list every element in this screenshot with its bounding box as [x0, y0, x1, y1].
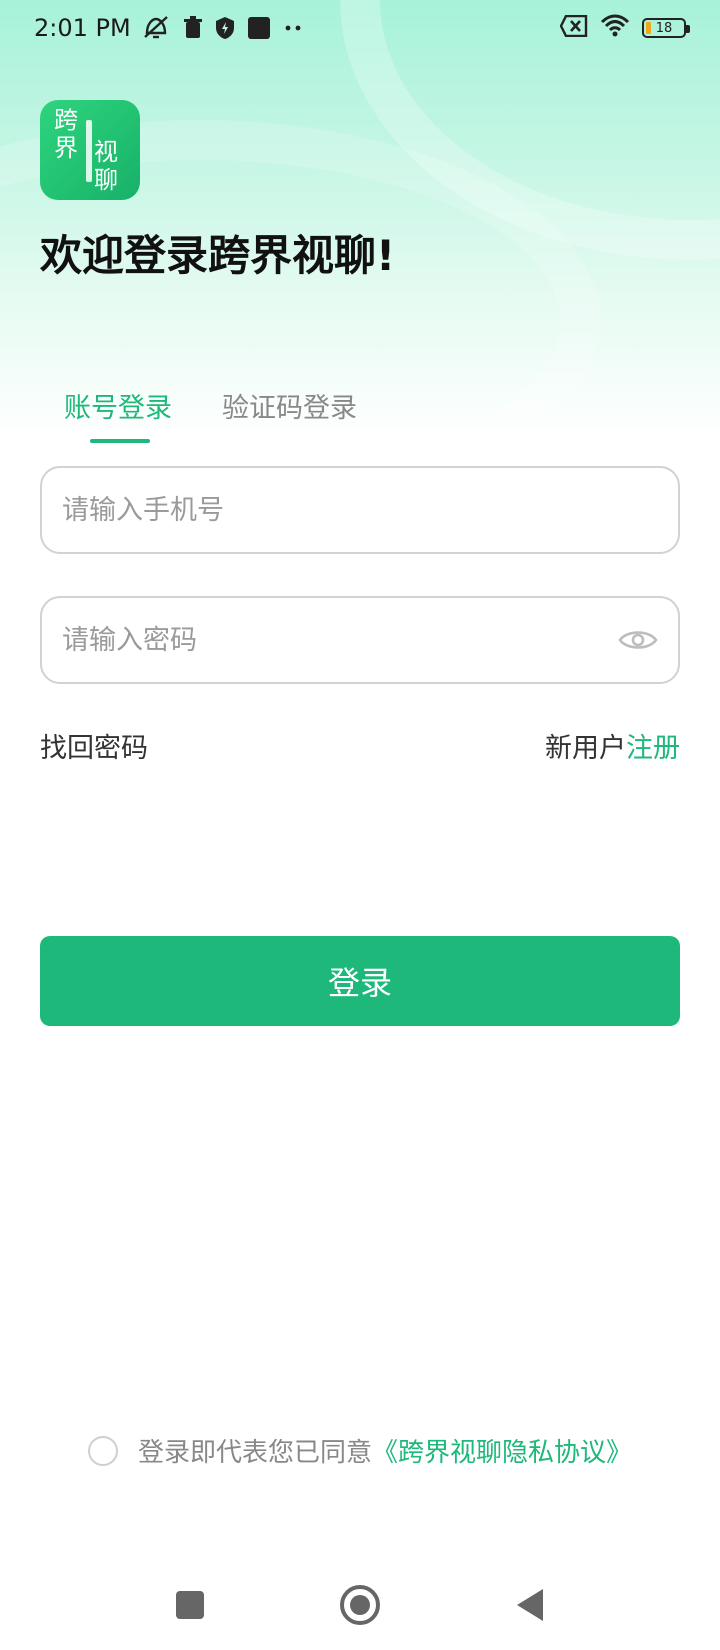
muted-icon	[141, 15, 171, 41]
app-logo: 跨 界 视 聊	[40, 100, 140, 200]
auth-links-row: 找回密码 新用户注册	[40, 726, 680, 765]
phone-input[interactable]	[62, 494, 658, 526]
battery-level: 18	[655, 20, 673, 36]
more-dots-icon	[283, 23, 303, 33]
square-icon	[247, 16, 271, 40]
privacy-policy-link[interactable]: 《跨界视聊隐私协议》	[372, 1432, 632, 1469]
logo-char: 视	[94, 138, 118, 166]
forgot-password-link[interactable]: 找回密码	[40, 726, 148, 765]
tab-account-login[interactable]: 账号登录	[64, 386, 172, 443]
recent-apps-button[interactable]	[165, 1580, 215, 1630]
shield-icon	[215, 16, 235, 40]
agreement-text: 登录即代表您已同意	[138, 1438, 373, 1468]
tab-label: 账号登录	[64, 393, 172, 424]
new-user-group: 新用户注册	[545, 726, 680, 765]
welcome-title: 欢迎登录跨界视聊!	[40, 231, 396, 280]
logo-char: 跨	[54, 106, 78, 134]
wifi-icon	[600, 14, 630, 42]
header-background	[0, 0, 720, 440]
logo-band	[86, 120, 92, 182]
trash-icon	[183, 16, 203, 40]
password-input[interactable]	[62, 624, 618, 656]
status-time: 2:01 PM	[34, 14, 131, 42]
tab-label: 验证码登录	[222, 393, 357, 424]
register-link[interactable]: 注册	[626, 733, 680, 764]
new-user-label: 新用户	[545, 733, 626, 764]
sim-error-icon	[559, 14, 588, 41]
agree-checkbox[interactable]	[88, 1435, 118, 1466]
agreement-row: 登录即代表您已同意 《跨界视聊隐私协议》	[88, 1432, 632, 1469]
status-bar: 2:01 PM 18	[0, 0, 720, 56]
home-button[interactable]	[335, 1580, 385, 1630]
logo-char: 聊	[94, 166, 118, 194]
tab-code-login[interactable]: 验证码登录	[222, 386, 357, 435]
back-button[interactable]	[505, 1580, 555, 1630]
tab-active-indicator	[90, 439, 150, 443]
system-nav-bar	[0, 1570, 720, 1640]
login-button[interactable]: 登录	[40, 936, 680, 1026]
logo-char: 界	[54, 134, 78, 162]
login-tabs: 账号登录 验证码登录	[64, 386, 357, 443]
show-password-eye-icon[interactable]	[618, 619, 658, 661]
phone-field	[40, 466, 680, 554]
battery-icon: 18	[642, 18, 690, 38]
password-field	[40, 596, 680, 684]
